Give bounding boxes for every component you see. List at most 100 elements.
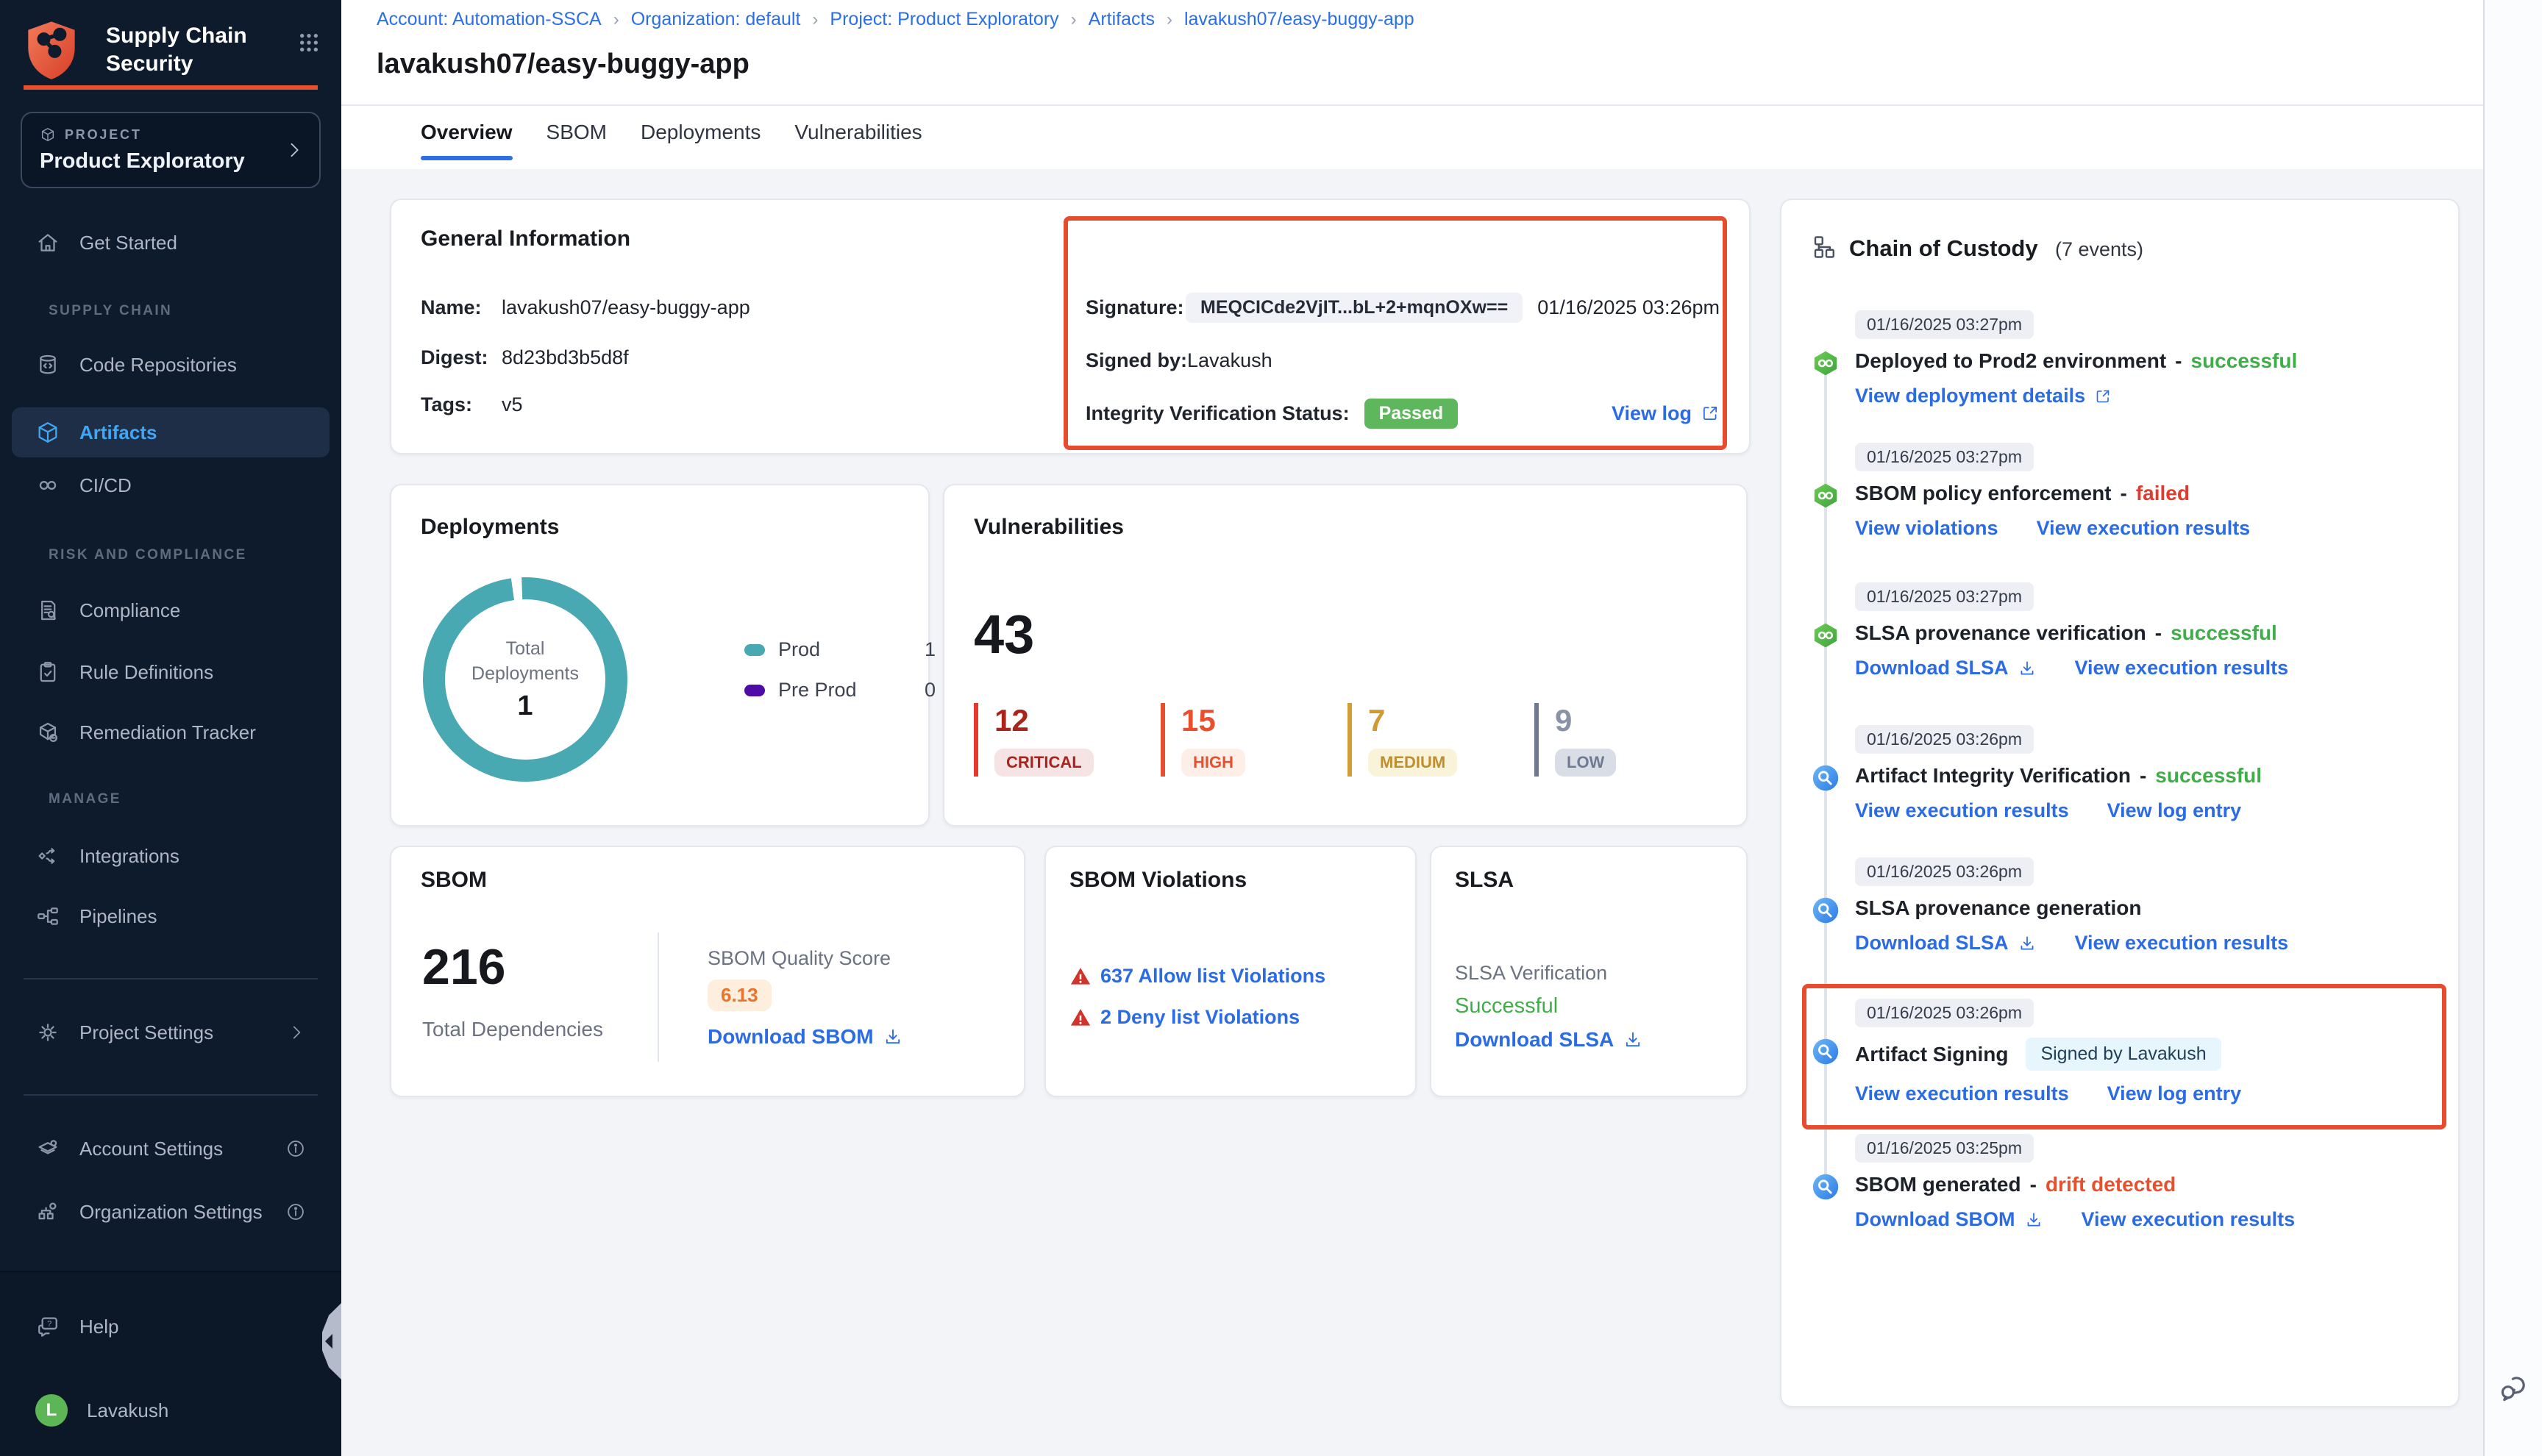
- tab-overview[interactable]: Overview: [421, 121, 513, 160]
- breadcrumb-project[interactable]: Project: Product Exploratory: [830, 9, 1058, 30]
- field-label: Tags:: [421, 393, 502, 416]
- external-link-icon: [1701, 404, 1720, 423]
- sidebar-item-label: Compliance: [79, 599, 180, 622]
- breadcrumb-account[interactable]: Account: Automation-SSCA: [377, 9, 602, 30]
- download-slsa-link[interactable]: Download SLSA: [1855, 932, 2037, 954]
- sidebar-divider: [24, 978, 318, 979]
- chain-of-custody-panel: Chain of Custody (7 events) 01/16/2025 0…: [1780, 199, 2460, 1407]
- view-execution-results-link[interactable]: View execution results: [2075, 657, 2289, 679]
- slsa-card: SLSA SLSA Verification Successful Downlo…: [1430, 846, 1748, 1097]
- artifact-cube-icon: [35, 420, 60, 445]
- field-value: 8d23bd3b5d8f: [502, 346, 629, 369]
- sidebar-item-code-repositories[interactable]: Code Repositories: [12, 340, 330, 390]
- sidebar-item-compliance[interactable]: Compliance: [12, 585, 330, 635]
- download-icon: [2018, 659, 2037, 678]
- sbom-quality-label: SBOM Quality Score: [708, 947, 891, 970]
- sidebar-item-remediation-tracker[interactable]: Remediation Tracker: [12, 707, 330, 757]
- general-information-card: General Information Name: lavakush07/eas…: [390, 199, 1751, 454]
- event-timestamp: 01/16/2025 03:26pm: [1855, 857, 2034, 886]
- link-label: View execution results: [1855, 799, 2069, 822]
- vulnerabilities-card: Vulnerabilities 43 12 CRITICAL 15 HIGH 7…: [943, 484, 1748, 827]
- view-violations-link[interactable]: View violations: [1855, 517, 1998, 540]
- signed-by-row: Signed by: Lavakush: [1086, 344, 1720, 377]
- download-sbom-link[interactable]: Download SBOM: [1855, 1208, 2043, 1231]
- download-slsa-link[interactable]: Download SLSA: [1855, 657, 2037, 679]
- event-title: SBOM policy enforcement: [1855, 482, 2112, 505]
- event-status: successful: [2191, 349, 2298, 373]
- signature-timestamp: 01/16/2025 03:26pm: [1537, 296, 1720, 319]
- user-name: Lavakush: [87, 1399, 168, 1422]
- download-slsa-link[interactable]: Download SLSA: [1455, 1028, 1643, 1052]
- sidebar-item-label: Organization Settings: [79, 1201, 263, 1224]
- sidebar-item-organization-settings[interactable]: Organization Settings: [12, 1187, 330, 1237]
- view-execution-results-link[interactable]: View execution results: [1855, 799, 2069, 822]
- tab-vulnerabilities[interactable]: Vulnerabilities: [794, 121, 922, 160]
- tab-sbom[interactable]: SBOM: [547, 121, 607, 160]
- view-deployment-details-link[interactable]: View deployment details: [1855, 385, 2112, 407]
- sbom-card: SBOM 216 Total Dependencies SBOM Quality…: [390, 846, 1025, 1097]
- header-divider: [341, 104, 2483, 106]
- breadcrumb-artifacts[interactable]: Artifacts: [1089, 9, 1155, 30]
- download-sbom-link[interactable]: Download SBOM: [708, 1025, 903, 1049]
- sidebar-user[interactable]: L Lavakush: [12, 1385, 330, 1435]
- view-log-entry-link[interactable]: View log entry: [2107, 1082, 2242, 1105]
- allow-list-violations-link[interactable]: 637 Allow list Violations: [1069, 965, 1325, 988]
- sidebar-item-pipelines[interactable]: Pipelines: [12, 891, 330, 941]
- link-label: View deployment details: [1855, 385, 2085, 407]
- module-grid-icon[interactable]: [297, 31, 321, 54]
- severity-critical: 12 CRITICAL: [974, 703, 1161, 777]
- view-execution-results-link[interactable]: View execution results: [1855, 1082, 2069, 1105]
- card-title: SLSA: [1455, 868, 1514, 893]
- sidebar-item-label: CI/CD: [79, 474, 132, 497]
- warning-triangle-icon: [1069, 966, 1092, 988]
- deny-list-violations-link[interactable]: 2 Deny list Violations: [1069, 1006, 1300, 1029]
- card-title: SBOM: [421, 868, 487, 893]
- field-name: Name: lavakush07/easy-buggy-app: [421, 291, 750, 324]
- sidebar-item-integrations[interactable]: Integrations: [12, 831, 330, 881]
- sidebar-item-project-settings[interactable]: Project Settings: [12, 1007, 330, 1057]
- view-execution-results-link[interactable]: View execution results: [2082, 1208, 2296, 1231]
- event-title: SLSA provenance generation: [1855, 896, 2142, 920]
- sidebar-item-label: Artifacts: [79, 421, 157, 444]
- tab-deployments[interactable]: Deployments: [641, 121, 761, 160]
- card-title: General Information: [421, 226, 630, 251]
- severity-count: 12: [994, 703, 1161, 738]
- breadcrumb-current[interactable]: lavakush07/easy-buggy-app: [1184, 9, 1414, 30]
- event-title: SBOM generated: [1855, 1173, 2021, 1196]
- link-label: View log entry: [2107, 799, 2242, 822]
- breadcrumb-organization[interactable]: Organization: default: [631, 9, 801, 30]
- link-label: View log: [1612, 402, 1692, 425]
- scan-circle-icon: [1812, 765, 1839, 791]
- field-label: Name:: [421, 296, 502, 319]
- vulnerabilities-total: 43: [974, 603, 1034, 665]
- legend-item-prod: Prod 1: [744, 638, 936, 661]
- sidebar-item-help[interactable]: ? Help: [12, 1302, 330, 1352]
- feedback-chat-icon[interactable]: [2496, 1371, 2532, 1406]
- accent-divider: [24, 85, 318, 90]
- sidebar-item-rule-definitions[interactable]: Rule Definitions: [12, 647, 330, 697]
- sidebar-item-account-settings[interactable]: Account Settings: [12, 1124, 330, 1174]
- app-title: Supply Chain Security: [106, 22, 265, 77]
- sidebar-item-get-started[interactable]: Get Started: [12, 218, 330, 268]
- project-cube-icon: [40, 126, 56, 143]
- project-selector[interactable]: PROJECT Product Exploratory: [21, 112, 321, 188]
- view-execution-results-link[interactable]: View execution results: [2037, 517, 2251, 540]
- view-execution-results-link[interactable]: View execution results: [2075, 932, 2289, 954]
- event-timestamp: 01/16/2025 03:27pm: [1855, 310, 2034, 339]
- link-label: View violations: [1855, 517, 1998, 540]
- view-log-link[interactable]: View log: [1612, 402, 1720, 425]
- external-link-icon: [2094, 388, 2112, 405]
- sidebar-item-artifacts[interactable]: Artifacts: [12, 407, 330, 457]
- legend-swatch: [744, 685, 765, 696]
- severity-high: 15 HIGH: [1161, 703, 1347, 777]
- chain-event-artifact-integrity: 01/16/2025 03:26pm Artifact Integrity Ve…: [1781, 724, 2438, 822]
- severity-badge: CRITICAL: [994, 749, 1094, 777]
- view-log-entry-link[interactable]: View log entry: [2107, 799, 2242, 822]
- event-timestamp: 01/16/2025 03:27pm: [1855, 443, 2034, 471]
- sidebar-item-label: Account Settings: [79, 1138, 223, 1160]
- sidebar-item-cicd[interactable]: CI/CD: [12, 460, 330, 510]
- chain-event-sbom-generated: 01/16/2025 03:25pm SBOM generated-drift …: [1781, 1132, 2438, 1231]
- avatar: L: [35, 1394, 68, 1427]
- card-title: SBOM Violations: [1069, 868, 1247, 893]
- signature-value-chip: MEQCICde2VjIT...bL+2+mqnOXw==: [1186, 293, 1523, 323]
